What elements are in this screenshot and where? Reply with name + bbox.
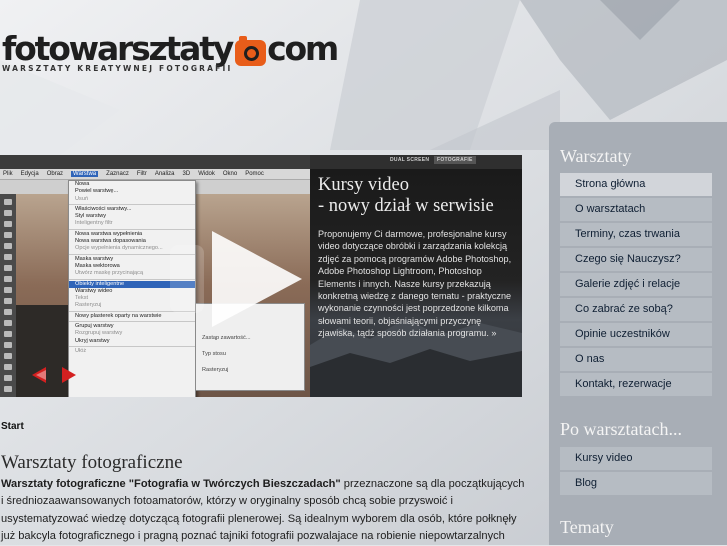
sidebar-item-czego-si-nauczysz[interactable]: Czego się Nauczysz? bbox=[560, 248, 712, 271]
sidebar-nav-warsztaty: Strona główna O warsztatach Terminy, czas … bbox=[560, 173, 712, 398]
ps-menu-item: Obraz bbox=[46, 171, 64, 177]
ps-menu-item: Plik bbox=[3, 171, 13, 177]
ps-menu-option: Właściwości warstwy... bbox=[75, 205, 132, 212]
featured-slider[interactable]: Plik Edycja Obraz Warstwa Zaznacz Filtr Analiz… bbox=[0, 155, 522, 397]
site-logo[interactable]: fotowarsztaty com WARSZTATY KREATYWNEJ F… bbox=[2, 29, 339, 74]
promo-description: Proponujemy Ci darmowe, profesjonalne ku… bbox=[318, 228, 518, 340]
sidebar-item-o-warsztatach[interactable]: O warsztatach bbox=[560, 198, 712, 221]
breadcrumb[interactable]: Start bbox=[1, 421, 24, 432]
sidebar-item-terminy-czas-trwania[interactable]: Terminy, czas trwania bbox=[560, 223, 712, 246]
page-title: Warsztaty fotograficzne bbox=[1, 452, 183, 473]
ps-menu-option: Powiel warstwę... bbox=[75, 188, 119, 195]
ps-menu-separator bbox=[69, 203, 195, 205]
ps-tab-dual-screen: DUAL SCREEN bbox=[390, 157, 430, 163]
slider-arrows-icon[interactable] bbox=[32, 367, 76, 383]
sidebar-item-blog[interactable]: Blog bbox=[560, 472, 712, 495]
promo-panel: DUAL SCREEN FOTOGRAFIE Kursy video - now… bbox=[310, 155, 522, 397]
sidebar-item-co-zabra-ze-sob[interactable]: Co zabrać ze sobą? bbox=[560, 298, 712, 321]
sidebar-nav-po-warsztatach: Kursy video Blog bbox=[560, 447, 712, 497]
ps-menu-item: Widok bbox=[198, 171, 215, 177]
ps-tab-fotografie: FOTOGRAFIE bbox=[434, 156, 476, 164]
logo-word-left: fotowarsztaty bbox=[2, 29, 234, 68]
play-icon[interactable] bbox=[170, 215, 310, 343]
ps-menu-option: Usuń bbox=[75, 195, 89, 202]
ps-menu-option: Nowa bbox=[75, 181, 90, 187]
sidebar-item-o-nas[interactable]: O nas bbox=[560, 348, 712, 371]
ps-toolbox bbox=[0, 194, 16, 397]
logo-wordmark: fotowarsztaty com bbox=[2, 29, 339, 68]
promo-description-text: Proponujemy Ci darmowe, profesjonalne ku… bbox=[318, 229, 512, 339]
ps-menu-item: Edycja bbox=[20, 171, 39, 177]
sidebar-item-kursy-video[interactable]: Kursy video bbox=[560, 447, 712, 470]
ps-menu-bar: Plik Edycja Obraz Warstwa Zaznacz Filtr Analiz… bbox=[0, 169, 310, 180]
ps-title-bar bbox=[0, 155, 310, 169]
sidebar: Warsztaty Strona główna O warsztatach Term… bbox=[549, 122, 727, 545]
ps-workspace-tabs: DUAL SCREEN FOTOGRAFIE bbox=[310, 155, 522, 169]
ps-menu-item: Zaznacz bbox=[106, 171, 129, 177]
promo-title[interactable]: Kursy video - nowy dział w serwisie bbox=[318, 175, 494, 217]
ps-menu-separator bbox=[69, 345, 195, 347]
ps-menu-option: Ułóż bbox=[75, 347, 87, 354]
read-more-link[interactable]: » bbox=[491, 328, 496, 338]
ps-menu-item: Pomoc bbox=[245, 171, 264, 177]
sidebar-heading-warsztaty: Warsztaty bbox=[560, 146, 632, 166]
ps-submenu-option: Rasteryzuj bbox=[202, 367, 229, 373]
intro-bold: Warsztaty fotograficzne "Fotografia w Tw… bbox=[1, 478, 341, 490]
ps-menu-item: Okno bbox=[222, 171, 238, 177]
sidebar-item-strona-g-wna[interactable]: Strona główna bbox=[560, 173, 712, 196]
logo-word-right: com bbox=[267, 29, 339, 68]
sidebar-item-galerie-zdj-i-relacje[interactable]: Galerie zdjęć i relacje bbox=[560, 273, 712, 296]
ps-menu-item: 3D bbox=[182, 171, 191, 177]
sidebar-item-opinie-uczestnik-w[interactable]: Opinie uczestników bbox=[560, 323, 712, 346]
sidebar-heading-po-warsztatach: Po warsztatach... bbox=[560, 419, 682, 439]
intro-paragraph: Warsztaty fotograficzne "Fotografia w Tw… bbox=[1, 476, 526, 546]
sidebar-heading-tematy: Tematy bbox=[560, 517, 614, 537]
ps-canvas-hill bbox=[16, 305, 76, 397]
promo-title-line1: Kursy video bbox=[318, 175, 409, 195]
ps-submenu-option: Typ stosu bbox=[202, 351, 226, 357]
camera-icon bbox=[235, 36, 267, 66]
promo-title-line2: - nowy dział w serwisie bbox=[318, 196, 494, 216]
ps-menu-item: Warstwa bbox=[71, 171, 99, 177]
sidebar-item-kontakt-rezerwacje[interactable]: Kontakt, rezerwacje bbox=[560, 373, 712, 396]
ps-menu-item: Filtr bbox=[136, 171, 147, 177]
ps-menu-item: Analiza bbox=[154, 171, 175, 177]
